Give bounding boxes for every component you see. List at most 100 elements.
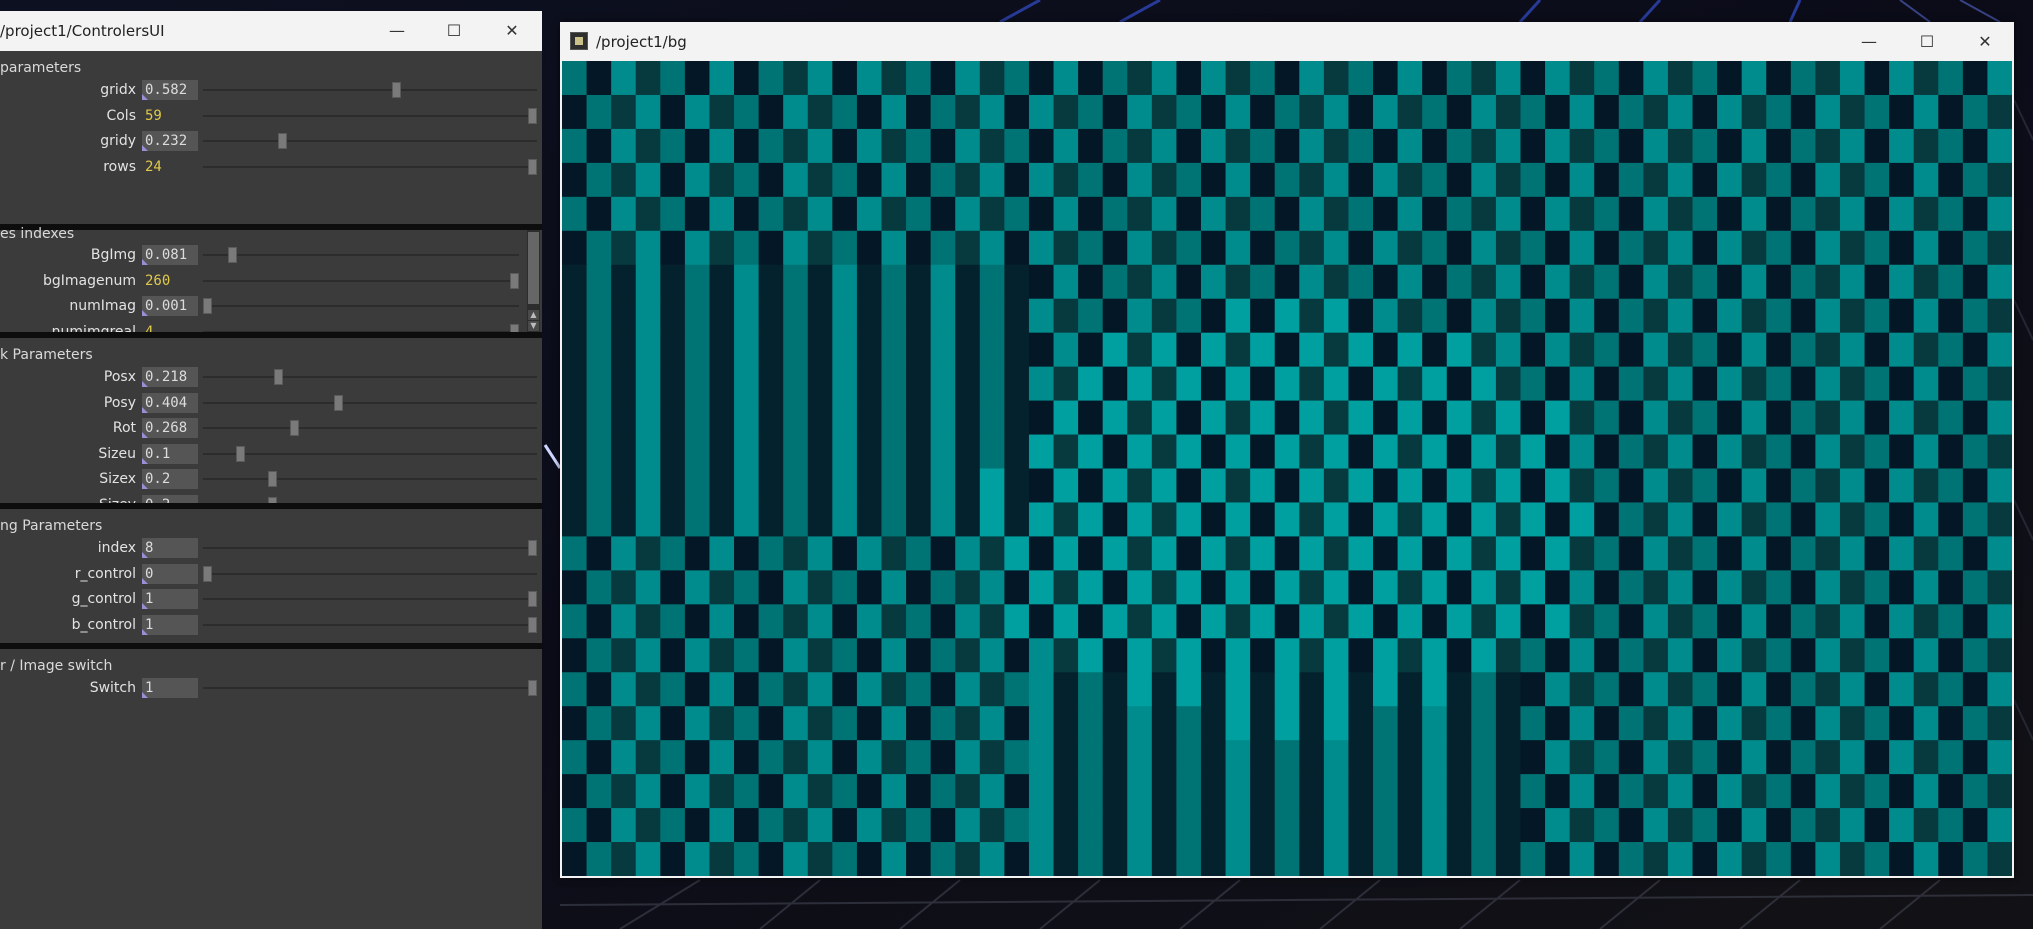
param-slider-track[interactable] xyxy=(203,89,537,91)
param-label: Posy xyxy=(103,394,136,411)
param-slider-track[interactable] xyxy=(203,279,519,282)
param-value-field[interactable]: 0 xyxy=(142,563,198,584)
scroll-up-arrow-icon[interactable]: ▲ xyxy=(528,310,539,320)
minimize-icon[interactable]: — xyxy=(1840,22,1898,62)
close-icon[interactable]: ✕ xyxy=(483,11,541,51)
param-slider-track[interactable] xyxy=(203,452,537,455)
grid-cell xyxy=(1274,230,1300,266)
grid-cell xyxy=(832,842,858,876)
grid-cell xyxy=(906,706,932,741)
param-value-field[interactable]: 59 xyxy=(142,106,198,126)
grid-cell xyxy=(1594,706,1620,741)
grid-cell xyxy=(1839,434,1866,470)
grid-cell xyxy=(1766,94,1792,130)
param-value-field[interactable]: 1 xyxy=(142,614,198,635)
param-slider-handle[interactable] xyxy=(528,107,537,124)
grid-cell xyxy=(1717,298,1743,334)
grid-cell xyxy=(1102,196,1128,232)
param-slider-track[interactable] xyxy=(203,376,537,378)
param-slider-track[interactable] xyxy=(203,623,537,626)
param-value-field[interactable]: 1 xyxy=(142,678,198,698)
grid-cell xyxy=(1594,672,1620,707)
grid-cell xyxy=(832,774,858,809)
grid-cell xyxy=(684,502,711,538)
grid-cell xyxy=(1643,740,1669,775)
grid-cell xyxy=(1397,230,1423,266)
param-value-field[interactable]: 0.2 xyxy=(142,469,198,490)
grid-cell xyxy=(1127,230,1153,266)
param-slider-track[interactable] xyxy=(203,254,519,256)
maximize-icon[interactable]: ☐ xyxy=(1898,22,1956,62)
param-value-field[interactable]: 0.404 xyxy=(142,392,198,413)
param-slider-track[interactable] xyxy=(203,572,537,575)
grid-cell xyxy=(1274,61,1300,96)
param-value-field[interactable]: 260 xyxy=(142,271,198,291)
param-value-field[interactable]: 0.1 xyxy=(142,443,198,464)
param-value-field[interactable]: 0.582 xyxy=(142,80,198,100)
param-value-field[interactable]: 1 xyxy=(142,589,198,610)
param-slider-handle[interactable] xyxy=(227,247,237,263)
param-slider-handle[interactable] xyxy=(235,445,245,462)
grid-cell xyxy=(1962,842,1989,876)
param-value-field[interactable]: 0.081 xyxy=(142,245,198,265)
param-value-field[interactable]: 24 xyxy=(142,157,198,177)
param-slider-handle[interactable] xyxy=(528,158,537,175)
param-slider-handle[interactable] xyxy=(528,540,537,556)
grid-cell xyxy=(1520,638,1546,673)
param-slider-handle[interactable] xyxy=(392,82,402,98)
param-slider-handle[interactable] xyxy=(273,369,283,385)
minimize-icon[interactable]: — xyxy=(368,11,426,51)
grid-cell xyxy=(1004,604,1030,639)
param-slider-handle[interactable] xyxy=(203,565,212,582)
param-slider-track[interactable] xyxy=(203,401,537,404)
param-slider-handle[interactable] xyxy=(510,272,519,289)
param-slider-handle[interactable] xyxy=(528,616,537,633)
param-slider-track[interactable] xyxy=(203,140,537,143)
param-value-field[interactable]: 0.218 xyxy=(142,367,198,387)
grid-cell xyxy=(856,740,883,775)
grid-cell xyxy=(1446,332,1472,368)
param-value-field[interactable]: 8 xyxy=(142,538,198,558)
grid-cell xyxy=(807,196,833,232)
grid-cell xyxy=(807,400,833,436)
grid-cell xyxy=(1545,672,1571,707)
grid-cell xyxy=(1913,162,1939,198)
grid-cell xyxy=(1200,808,1227,843)
param-value-field[interactable]: 0.232 xyxy=(142,131,198,152)
section-scrollbar[interactable]: ▲ ▼ xyxy=(527,230,540,332)
grid-cell xyxy=(783,706,809,741)
grid-cell xyxy=(807,94,833,130)
param-slider-handle[interactable] xyxy=(290,420,300,437)
left-titlebar[interactable]: /project1/ControlersUI — ☐ ✕ xyxy=(0,11,542,51)
grid-cell xyxy=(1471,61,1497,96)
scrollbar-thumb[interactable] xyxy=(528,232,539,304)
param-slider-handle[interactable] xyxy=(203,298,213,315)
maximize-icon[interactable]: ☐ xyxy=(425,11,483,51)
param-slider-track[interactable] xyxy=(203,687,537,689)
grid-cell xyxy=(1078,196,1104,232)
scroll-down-arrow-icon[interactable]: ▼ xyxy=(528,321,539,331)
param-value-field[interactable]: 0.001 xyxy=(142,296,198,317)
param-slider-track[interactable] xyxy=(203,547,537,549)
close-icon[interactable]: ✕ xyxy=(1956,22,2014,62)
param-slider-track[interactable] xyxy=(203,598,537,601)
grid-cell xyxy=(1618,774,1644,809)
grid-cell xyxy=(1717,61,1743,96)
grid-cell xyxy=(758,842,784,876)
param-slider-track[interactable] xyxy=(203,305,519,308)
param-slider-track[interactable] xyxy=(203,478,537,481)
param-value-field[interactable]: 0.268 xyxy=(142,418,198,439)
grid-cell xyxy=(1225,502,1251,538)
right-titlebar[interactable]: /project1/bg — ☐ ✕ xyxy=(560,22,2014,60)
param-slider-track[interactable] xyxy=(203,114,537,117)
param-slider-track[interactable] xyxy=(203,165,537,168)
grid-cell xyxy=(562,774,588,809)
param-slider-handle[interactable] xyxy=(334,394,344,411)
param-slider-track[interactable] xyxy=(203,427,537,430)
param-slider-handle[interactable] xyxy=(528,680,537,696)
grid-cell xyxy=(1446,128,1472,164)
param-slider-handle[interactable] xyxy=(268,471,277,488)
param-slider-handle[interactable] xyxy=(528,591,537,608)
param-slider-handle[interactable] xyxy=(278,133,288,150)
grid-cell xyxy=(1151,468,1178,504)
